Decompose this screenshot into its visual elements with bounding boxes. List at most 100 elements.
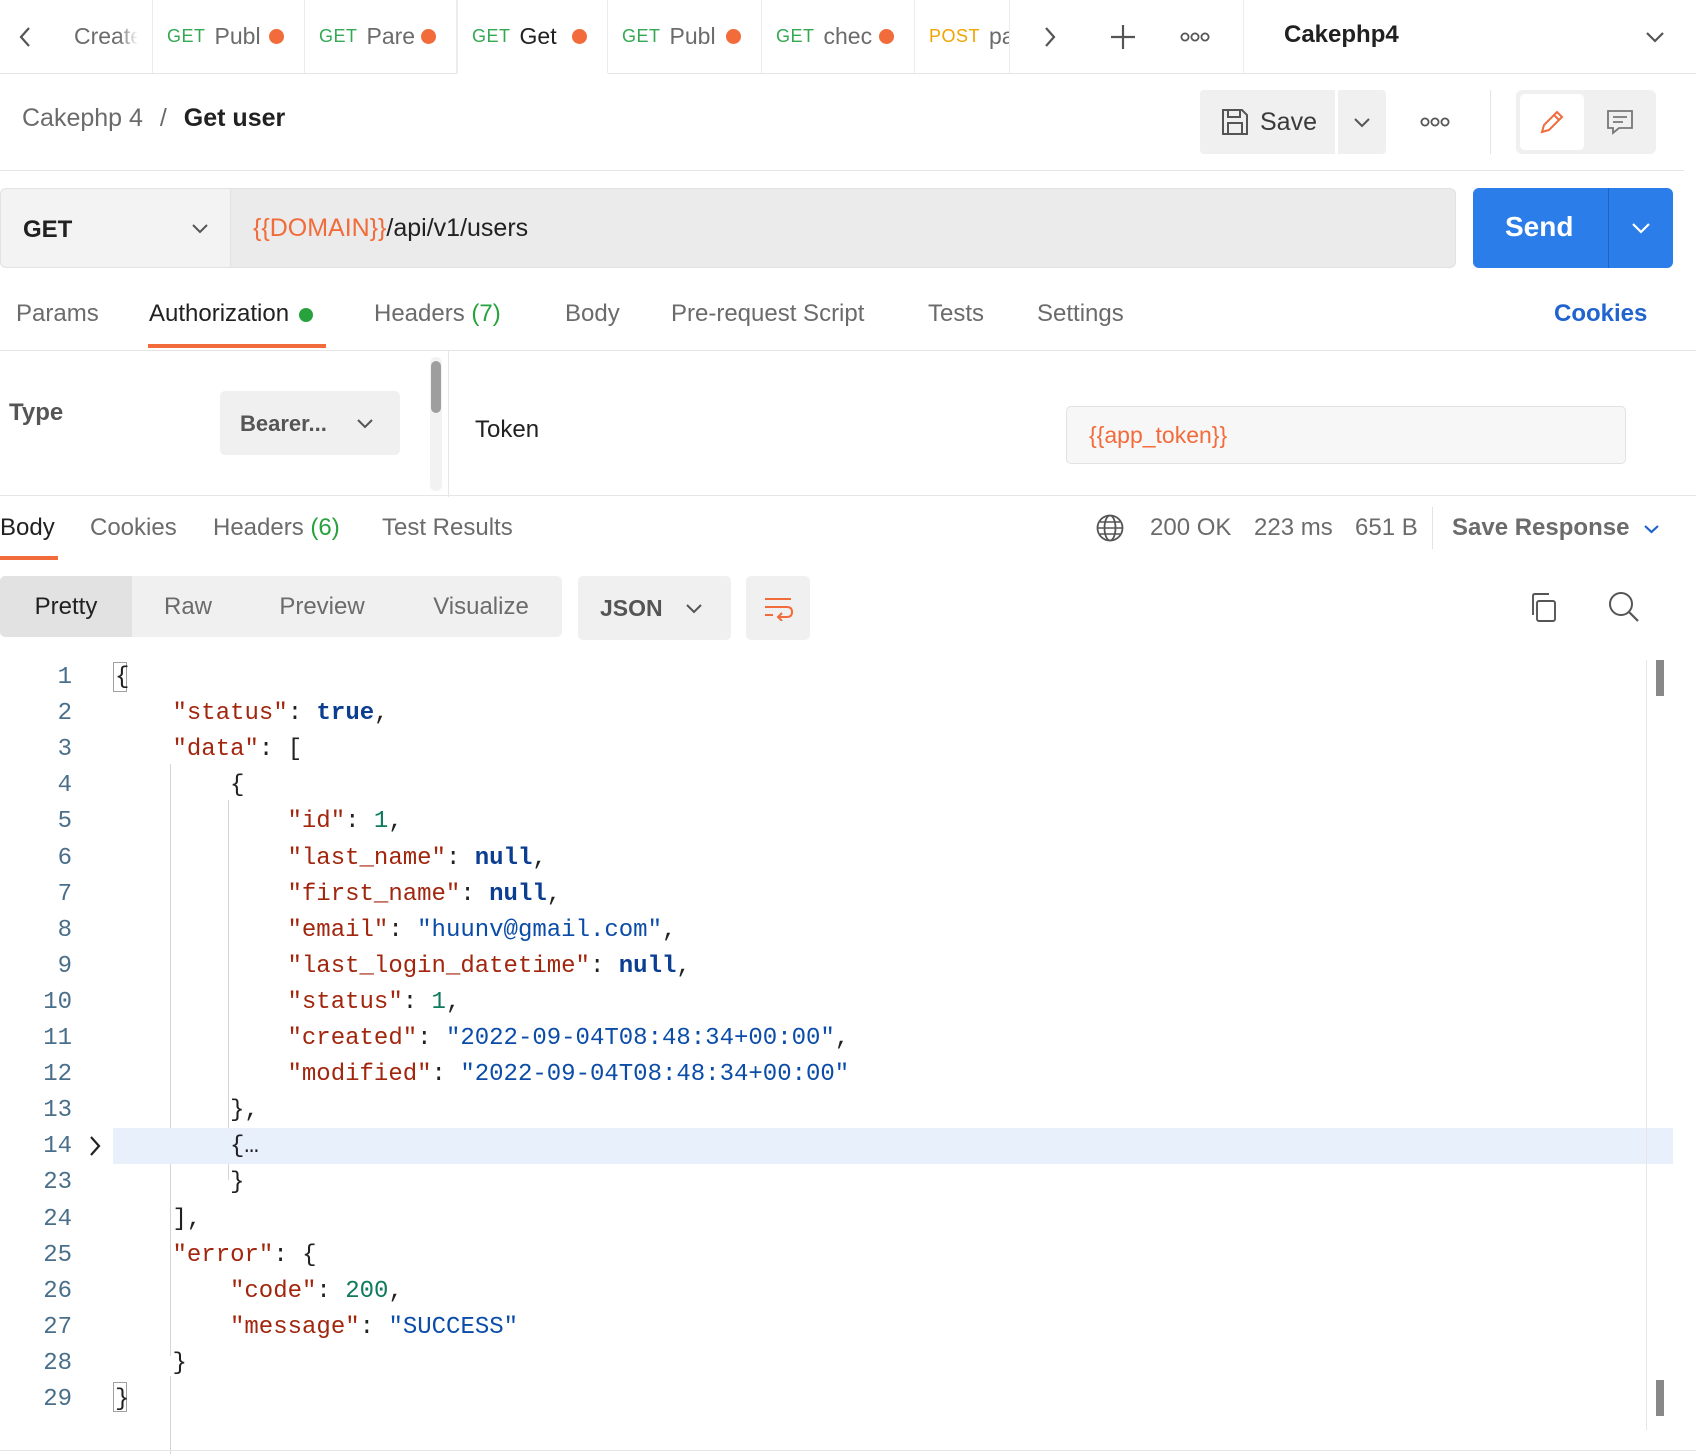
- code-line: "status": true,: [173, 700, 389, 727]
- response-tab-cookies[interactable]: Cookies: [90, 514, 177, 542]
- json-value: null: [489, 880, 547, 908]
- json-punct: ,: [546, 880, 562, 908]
- tab-create[interactable]: Create: [60, 0, 153, 73]
- tab-request[interactable]: GET chec: [762, 0, 915, 73]
- tab-prerequest-script[interactable]: Pre-request Script: [671, 300, 864, 328]
- response-time[interactable]: 223 ms: [1254, 514, 1333, 542]
- more-icon[interactable]: [1165, 0, 1225, 73]
- save-response-label: Save Response: [1452, 514, 1630, 541]
- response-status[interactable]: 200 OK: [1150, 514, 1231, 542]
- code-line: ],: [173, 1206, 202, 1233]
- breadcrumb: Cakephp 4 / Get user: [22, 104, 285, 133]
- cookies-link[interactable]: Cookies: [1554, 300, 1647, 328]
- send-button[interactable]: Send: [1473, 188, 1673, 268]
- tab-headers[interactable]: Headers (7): [374, 300, 501, 328]
- breadcrumb-collection[interactable]: Cakephp 4: [22, 104, 143, 132]
- workspace-name[interactable]: Cakephp4: [1284, 21, 1399, 49]
- search-icon[interactable]: [1608, 591, 1640, 623]
- tab-authorization[interactable]: Authorization: [149, 300, 314, 328]
- tab-label: Pare: [366, 23, 415, 49]
- more-icon[interactable]: [1405, 106, 1465, 138]
- line-number: 3: [57, 736, 72, 764]
- tab-tests[interactable]: Tests: [928, 300, 984, 328]
- json-punct: ,: [676, 952, 691, 980]
- json-value: true: [316, 700, 375, 728]
- indent-guide: [228, 800, 229, 1180]
- response-size[interactable]: 651 B: [1355, 514, 1418, 542]
- json-value: 200: [345, 1277, 389, 1305]
- tab-params[interactable]: Params: [16, 300, 99, 328]
- json-punct: ,: [374, 700, 389, 728]
- chevron-left-icon[interactable]: [0, 0, 50, 73]
- line-number: 1: [57, 664, 72, 691]
- response-tab-headers[interactable]: Headers (6): [213, 514, 340, 542]
- tab-request-active[interactable]: GET Get: [457, 0, 608, 74]
- json-punct: :: [431, 1061, 461, 1089]
- line-number: 12: [43, 1061, 72, 1089]
- format-select[interactable]: JSON: [578, 576, 731, 640]
- json-punct: ,: [661, 916, 677, 944]
- chevron-down-icon[interactable]: [1631, 222, 1651, 234]
- code-line: }: [115, 1386, 129, 1413]
- tab-body[interactable]: Body: [565, 300, 620, 328]
- json-value: "huunv@gmail.com": [417, 916, 662, 944]
- plus-icon[interactable]: [1095, 0, 1151, 73]
- json-punct: }: [115, 1386, 130, 1413]
- auth-type-value: Bearer...: [240, 411, 327, 436]
- json-key: "modified": [287, 1061, 432, 1089]
- globe-icon[interactable]: [1095, 513, 1125, 543]
- divider: [1646, 660, 1647, 1430]
- line-number: 13: [43, 1097, 72, 1125]
- unsaved-dot: [421, 29, 436, 44]
- json-punct: }: [230, 1169, 245, 1197]
- line-number: 25: [43, 1241, 72, 1269]
- code-line: "id": 1,: [288, 808, 403, 835]
- chevron-right-icon[interactable]: [1020, 0, 1080, 73]
- fold-arrow-icon[interactable]: [88, 1135, 102, 1157]
- copy-icon[interactable]: [1529, 592, 1559, 624]
- comment-icon[interactable]: [1588, 94, 1652, 150]
- tab-request[interactable]: GET Publ: [153, 0, 305, 73]
- json-punct: {: [115, 664, 130, 691]
- json-key: "message": [230, 1313, 360, 1341]
- method-select[interactable]: GET: [0, 188, 231, 268]
- save-icon: [1222, 109, 1248, 135]
- save-dropdown-button[interactable]: [1338, 90, 1386, 154]
- chevron-down-icon[interactable]: [1630, 0, 1680, 73]
- tab-request[interactable]: GET Publ: [608, 0, 762, 73]
- wrap-icon[interactable]: [746, 576, 810, 640]
- response-tab-test-results[interactable]: Test Results: [382, 514, 513, 542]
- url-input[interactable]: {{DOMAIN}}/api/v1/users: [231, 188, 1456, 268]
- tab-request[interactable]: GET Pare: [305, 0, 457, 73]
- line-number: 9: [57, 952, 72, 980]
- tab-label: Publ: [214, 23, 261, 49]
- save-response-button[interactable]: Save Response: [1452, 514, 1660, 542]
- edit-icon[interactable]: [1520, 94, 1584, 150]
- scrollbar-thumb[interactable]: [1656, 660, 1664, 696]
- tab-request[interactable]: POST pa: [915, 0, 1010, 73]
- scrollbar[interactable]: [430, 357, 442, 491]
- auth-type-select[interactable]: Bearer...: [220, 391, 400, 455]
- view-raw[interactable]: Raw: [132, 576, 244, 637]
- code-line-folded: {…: [230, 1133, 259, 1160]
- line-number: 2: [57, 700, 72, 728]
- line-number: 8: [57, 916, 72, 944]
- save-button[interactable]: Save: [1200, 90, 1335, 154]
- scrollbar-thumb[interactable]: [431, 361, 441, 413]
- view-visualize[interactable]: Visualize: [400, 576, 562, 637]
- tab-settings[interactable]: Settings: [1037, 300, 1124, 328]
- json-punct: ,: [834, 1025, 850, 1052]
- view-preview[interactable]: Preview: [244, 576, 400, 637]
- response-body-editor[interactable]: 1 {2 "status": true, 3 "data": [4 {5 "id": 1, 6…: [0, 660, 1696, 1454]
- breadcrumb-request[interactable]: Get user: [184, 104, 285, 132]
- view-pretty[interactable]: Pretty: [0, 576, 132, 637]
- url-variable: {{DOMAIN}}: [253, 214, 387, 242]
- response-tab-body[interactable]: Body: [0, 514, 55, 542]
- json-key: "email": [287, 916, 389, 944]
- token-input[interactable]: {{app_token}}: [1066, 406, 1626, 464]
- json-key: "created": [287, 1025, 418, 1052]
- response-headers-count: (6): [310, 514, 340, 541]
- tab-headers-label: Headers: [374, 300, 465, 327]
- divider: [1243, 0, 1244, 73]
- scrollbar-thumb[interactable]: [1656, 1380, 1664, 1416]
